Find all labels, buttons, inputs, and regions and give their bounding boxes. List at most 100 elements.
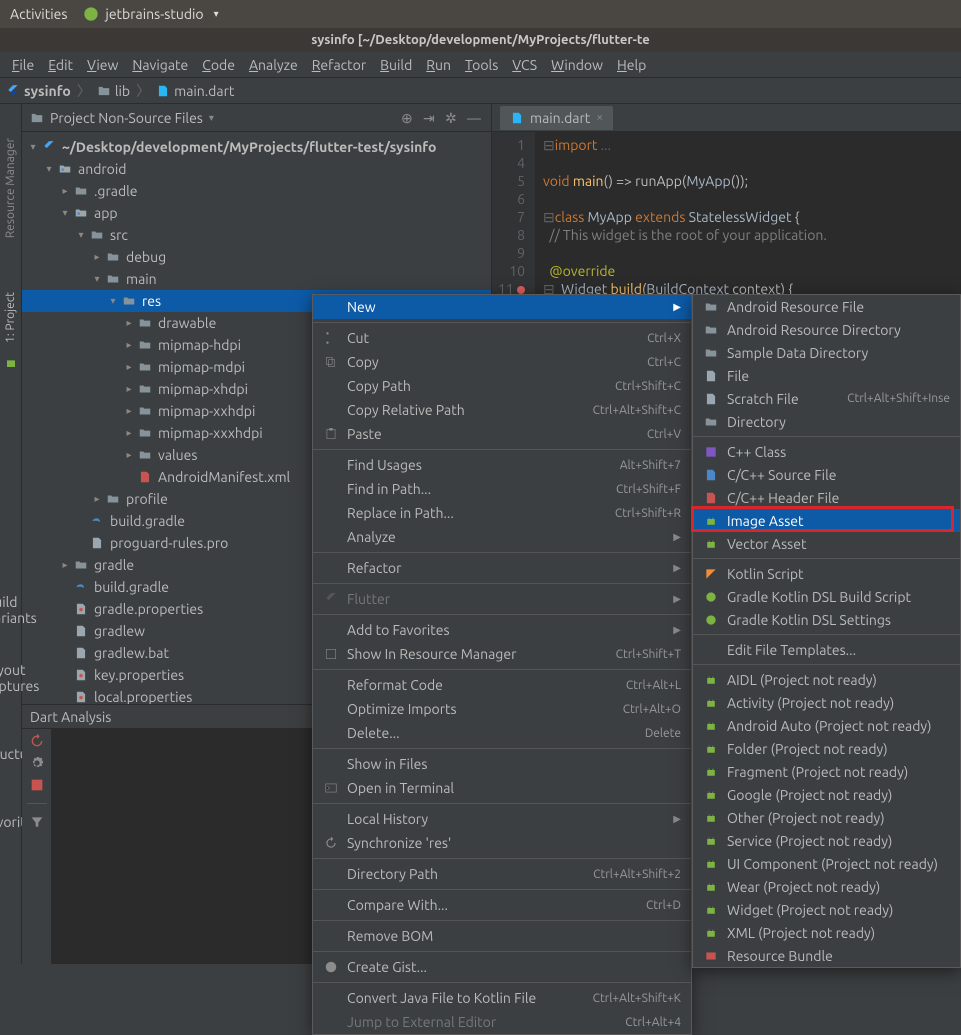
project-header-label[interactable]: Project Non-Source Files [50,110,203,126]
new-gradle-kotlin-dsl-settings[interactable]: Gradle Kotlin DSL Settings [693,608,960,631]
new-fragment--project-not-ready-[interactable]: Fragment (Project not ready) [693,760,960,783]
gear-icon[interactable] [29,755,45,771]
menu-refactor[interactable]: Refactor [306,57,372,73]
app-menu[interactable]: jetbrains-studio ▾ [83,6,218,22]
refresh-icon[interactable] [29,733,45,749]
layout-captures-tool[interactable]: Layout Captures [0,662,39,694]
ctx-find-usages[interactable]: Find UsagesAlt+Shift+7 [313,453,691,477]
breadcrumb-project[interactable]: sysinfo [6,83,71,99]
resource-manager-tool[interactable]: Resource Manager [4,134,17,242]
new-c---class[interactable]: C++ Class [693,440,960,463]
context-menu[interactable]: New▶ CutCtrl+XCopyCtrl+CCopy PathCtrl+Shi… [312,294,692,1035]
new-vector-asset[interactable]: Vector Asset [693,532,960,555]
ctx-show-in-resource-manager[interactable]: Show In Resource ManagerCtrl+Shift+T [313,642,691,666]
menu-build[interactable]: Build [374,57,418,73]
new-other--project-not-ready-[interactable]: Other (Project not ready) [693,806,960,829]
new-kotlin-script[interactable]: Kotlin Script [693,562,960,585]
ctx-refactor[interactable]: Refactor▶ [313,556,691,580]
menu-code[interactable]: Code [196,57,241,73]
tree-node-main[interactable]: ▾main [22,268,491,290]
new-xml--project-not-ready-[interactable]: XML (Project not ready) [693,921,960,944]
ctx-synchronize--res-[interactable]: Synchronize 'res' [313,831,691,855]
breadcrumb-file[interactable]: main.dart [156,83,234,99]
dart-file-icon [156,84,170,98]
ctx-directory-path[interactable]: Directory PathCtrl+Alt+Shift+2 [313,862,691,886]
dropdown-arrow-icon: ▾ [214,8,219,20]
ctx-reformat-code[interactable]: Reformat CodeCtrl+Alt+L [313,673,691,697]
restart-icon[interactable] [29,777,45,793]
new-directory[interactable]: Directory [693,410,960,433]
gear-icon[interactable]: ✲ [445,110,461,126]
hide-icon[interactable]: — [467,110,483,126]
new-android-resource-directory[interactable]: Android Resource Directory [693,318,960,341]
menu-edit[interactable]: Edit [42,57,79,73]
breadcrumb-folder[interactable]: lib [97,83,130,99]
menu-analyze[interactable]: Analyze [243,57,304,73]
new-c-c---source-file[interactable]: C/C++ Source File [693,463,960,486]
ctx-local-history[interactable]: Local History▶ [313,807,691,831]
locate-icon[interactable]: ⊕ [401,110,417,126]
collapse-icon[interactable]: ⇥ [423,110,439,126]
new-sample-data-directory[interactable]: Sample Data Directory [693,341,960,364]
menu-navigate[interactable]: Navigate [126,57,194,73]
menu-view[interactable]: View [81,57,124,73]
tree-node--gradle[interactable]: ▸.gradle [22,180,491,202]
new-gradle-kotlin-dsl-build-script[interactable]: Gradle Kotlin DSL Build Script [693,585,960,608]
ctx-open-in-terminal[interactable]: Open in Terminal [313,776,691,800]
ctx-copy-path[interactable]: Copy PathCtrl+Shift+C [313,374,691,398]
tree-node-app[interactable]: ▾app [22,202,491,224]
ctx-compare-with---[interactable]: Compare With...Ctrl+D [313,893,691,917]
new-widget--project-not-ready-[interactable]: Widget (Project not ready) [693,898,960,921]
new-ui-component--project-not-ready-[interactable]: UI Component (Project not ready) [693,852,960,875]
new-c-c---header-file[interactable]: C/C++ Header File [693,486,960,509]
tree-node-android[interactable]: ▾android [22,158,491,180]
new-android-resource-file[interactable]: Android Resource File [693,295,960,318]
new-android-auto--project-not-ready-[interactable]: Android Auto (Project not ready) [693,714,960,737]
tree-root[interactable]: ▾~/Desktop/development/MyProjects/flutte… [22,136,491,158]
new-wear--project-not-ready-[interactable]: Wear (Project not ready) [693,875,960,898]
menu-file[interactable]: File [6,57,40,73]
ctx-optimize-imports[interactable]: Optimize ImportsCtrl+Alt+O [313,697,691,721]
editor-tab[interactable]: main.dart × [500,106,613,130]
build-variants-tool[interactable]: Build Variants [0,594,37,626]
ctx-replace-in-path---[interactable]: Replace in Path...Ctrl+Shift+R [313,501,691,525]
new-activity--project-not-ready-[interactable]: Activity (Project not ready) [693,691,960,714]
tree-node-src[interactable]: ▾src [22,224,491,246]
ctx-find-in-path---[interactable]: Find in Path...Ctrl+Shift+F [313,477,691,501]
new-aidl--project-not-ready-[interactable]: AIDL (Project not ready) [693,668,960,691]
ctx-flutter: Flutter▶ [313,587,691,611]
new-submenu[interactable]: Android Resource FileAndroid Resource Di… [692,294,961,968]
menu-vcs[interactable]: VCS [506,57,543,73]
tree-node-debug[interactable]: ▸debug [22,246,491,268]
ctx-cut[interactable]: CutCtrl+X [313,326,691,350]
new-image-asset[interactable]: Image Asset [693,509,960,532]
menu-help[interactable]: Help [611,57,652,73]
menu-window[interactable]: Window [545,57,609,73]
new-edit-file-templates---[interactable]: Edit File Templates... [693,638,960,661]
ctx-copy[interactable]: CopyCtrl+C [313,350,691,374]
android-studio-icon [83,6,99,22]
new-service--project-not-ready-[interactable]: Service (Project not ready) [693,829,960,852]
ctx-add-to-favorites[interactable]: Add to Favorites▶ [313,618,691,642]
ctx-new[interactable]: New▶ [313,295,691,319]
filter-icon[interactable] [29,814,45,830]
ctx-paste[interactable]: PasteCtrl+V [313,422,691,446]
new-google--project-not-ready-[interactable]: Google (Project not ready) [693,783,960,806]
window-title: sysinfo [~/Desktop/development/MyProject… [0,28,961,52]
close-tab-icon[interactable]: × [596,111,603,124]
new-folder--project-not-ready-[interactable]: Folder (Project not ready) [693,737,960,760]
ctx-convert-java-file-to-kotlin-file[interactable]: Convert Java File to Kotlin FileCtrl+Alt… [313,986,691,1010]
project-tool[interactable]: 1: Project [4,288,17,347]
dropdown-icon[interactable]: ▾ [209,112,214,124]
activities-button[interactable]: Activities [10,6,67,22]
ctx-create-gist---[interactable]: Create Gist... [313,955,691,979]
new-scratch-file[interactable]: Scratch FileCtrl+Alt+Shift+Inse [693,387,960,410]
new-file[interactable]: File [693,364,960,387]
ctx-analyze[interactable]: Analyze▶ [313,525,691,549]
ctx-delete---[interactable]: Delete...Delete [313,721,691,745]
ctx-show-in-files[interactable]: Show in Files [313,752,691,776]
ctx-copy-relative-path[interactable]: Copy Relative PathCtrl+Alt+Shift+C [313,398,691,422]
ctx-remove-bom[interactable]: Remove BOM [313,924,691,948]
menu-tools[interactable]: Tools [459,57,504,73]
menu-run[interactable]: Run [420,57,457,73]
